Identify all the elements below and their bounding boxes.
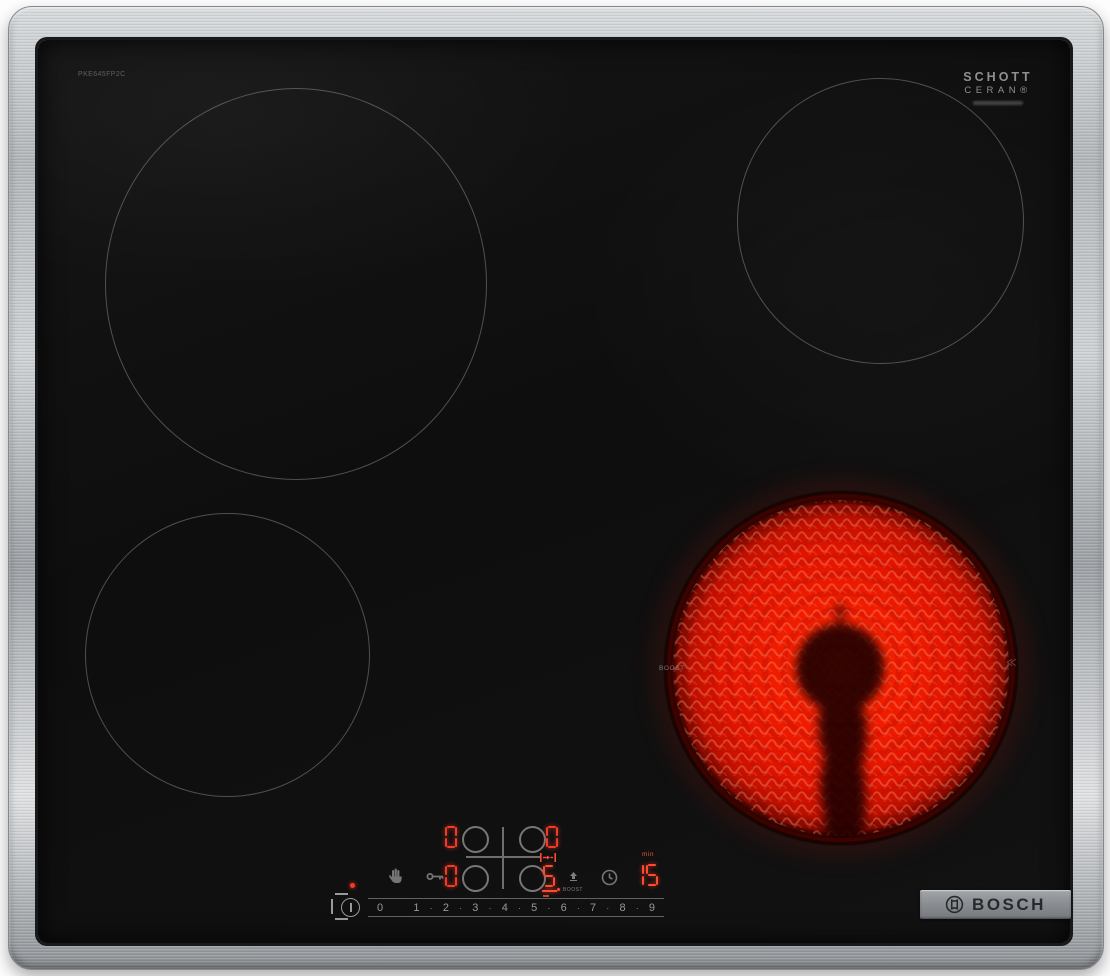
transfer-arrows-icon: [540, 853, 556, 862]
cooking-zone-front-right-heating: [663, 490, 1019, 846]
slider-dot: ·: [577, 903, 580, 913]
key-icon[interactable]: [426, 871, 445, 882]
boost-key-label: BOOST: [556, 887, 590, 893]
slider-level-1[interactable]: 1: [412, 902, 420, 914]
boost-surface-print: BOOST: [659, 665, 685, 672]
selection-cursor: [542, 890, 557, 892]
zone-extension-chevrons-icon: ≪: [1006, 656, 1016, 670]
fine-print-text: [973, 101, 1023, 105]
radiant-element-graphic: [663, 490, 1019, 846]
power-key[interactable]: [331, 893, 369, 922]
bosch-logo-icon: [945, 895, 964, 914]
slider-level-4[interactable]: 4: [501, 902, 509, 914]
slider-dot: ·: [489, 903, 492, 913]
boost-arrow-icon: [569, 872, 578, 881]
slider-level-8[interactable]: 8: [619, 902, 627, 914]
slider-level-7[interactable]: 7: [589, 902, 597, 914]
display-front-left: [444, 865, 458, 892]
zone-map-divider-vertical: [502, 827, 504, 889]
model-number-label: PKE645FP2C: [78, 71, 126, 78]
schott-logo-line1: SCHOTT: [950, 70, 1046, 84]
hand-icon[interactable]: [388, 867, 403, 884]
cooking-zone-back-right: [737, 78, 1024, 364]
slider-dot: ·: [518, 903, 521, 913]
power-icon: [341, 898, 360, 917]
boost-key[interactable]: BOOST: [556, 868, 590, 893]
bosch-wordmark: BOSCH: [972, 895, 1046, 915]
slider-dot: ·: [606, 903, 609, 913]
slider-level-2[interactable]: 2: [442, 902, 450, 914]
zone-select-back-right[interactable]: [519, 826, 546, 853]
display-back-right: [545, 826, 559, 853]
power-indicator-dot: [350, 883, 355, 888]
clock-icon[interactable]: [601, 869, 618, 886]
slider-dot: ·: [547, 903, 550, 913]
slider-level-0[interactable]: 0: [376, 902, 384, 914]
slider-dot: ·: [430, 903, 433, 913]
slider-level-9[interactable]: 9: [648, 902, 656, 914]
power-key-frame-dash: [335, 918, 348, 920]
zone-map-divider-horizontal: [466, 856, 540, 858]
slider-level-3[interactable]: 3: [471, 902, 479, 914]
product-photo-bosch-hob: PKE645FP2C SCHOTT CERAN®: [0, 0, 1110, 976]
slider-dot: ·: [636, 903, 639, 913]
power-key-frame-dash: [335, 893, 348, 895]
power-key-frame-dash: [331, 899, 333, 914]
schott-logo-line2: CERAN®: [950, 85, 1046, 96]
power-level-slider[interactable]: 0 1 · 2 · 3 · 4 · 5 · 6 · 7 · 8 · 9: [368, 898, 664, 917]
cooking-zone-front-left: [85, 513, 370, 797]
zone-select-back-left[interactable]: [462, 826, 489, 853]
selection-cursor-tick: [543, 895, 549, 897]
cooking-zone-back-left: [105, 88, 487, 480]
bosch-badge: BOSCH: [920, 890, 1071, 919]
timer-unit-label: min: [642, 851, 654, 858]
display-back-left: [444, 826, 458, 853]
schott-ceran-logo: SCHOTT CERAN®: [950, 70, 1046, 105]
slider-dot: ·: [459, 903, 462, 913]
timer-display: [631, 864, 659, 891]
slider-level-6[interactable]: 6: [560, 902, 568, 914]
zone-select-front-left[interactable]: [462, 865, 489, 892]
slider-level-5[interactable]: 5: [530, 902, 538, 914]
